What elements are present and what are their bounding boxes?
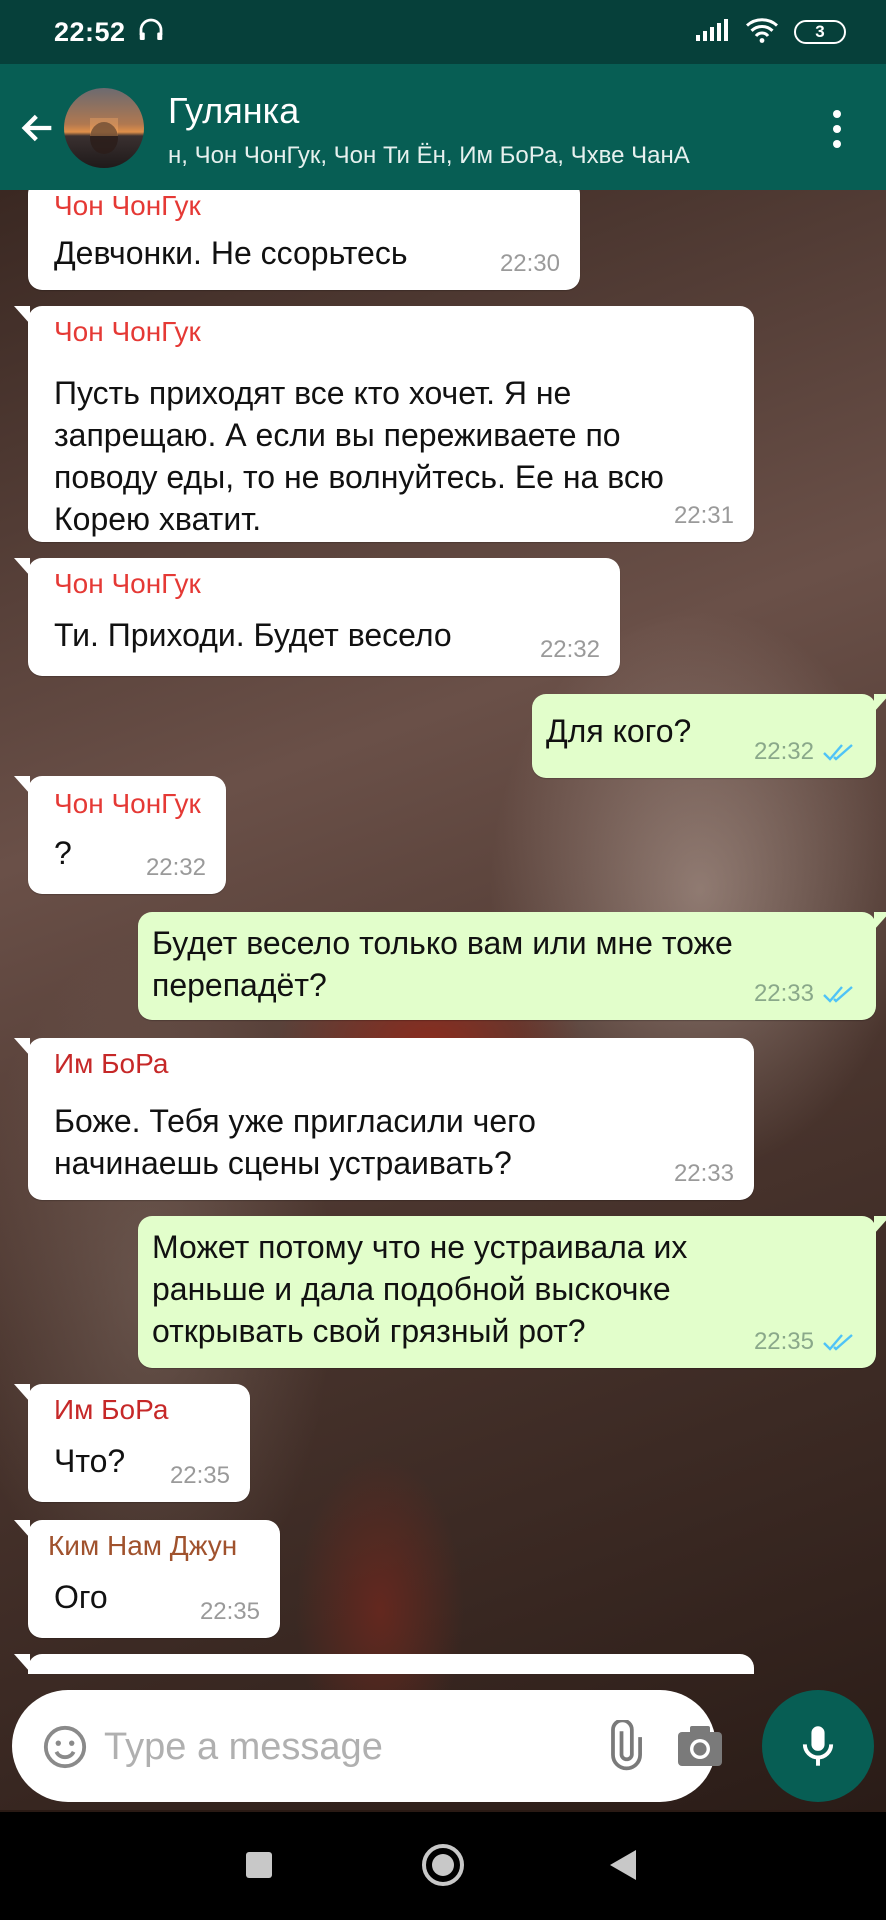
home-button[interactable] xyxy=(422,1844,464,1886)
message-sender: Им БоРа xyxy=(54,1048,169,1079)
message-line: Может потому что не устраивала их xyxy=(152,1229,688,1265)
message-composer[interactable] xyxy=(12,1690,722,1802)
more-vertical-icon xyxy=(833,110,841,118)
message-sender: Ким Нам Джун xyxy=(48,1530,238,1561)
message-line: Для кого? xyxy=(546,713,692,749)
message-time-text: 22:33 xyxy=(753,980,814,1007)
message-line: запрещаю. А если вы переживаете по xyxy=(54,417,621,453)
message-line: раньше и дала подобной выскочке xyxy=(152,1271,671,1307)
message-text: Ого xyxy=(54,1576,108,1618)
message-outgoing[interactable]: Может потому что не устраивала их раньше… xyxy=(138,1216,886,1368)
camera-button[interactable] xyxy=(676,1724,724,1768)
message-text: Пусть приходят все кто хочет. Я не запре… xyxy=(54,372,664,540)
emoji-icon xyxy=(43,1725,87,1769)
message-time: 22:32 xyxy=(145,854,206,881)
message-incoming[interactable]: Ким Нам Джун Ого 22:35 xyxy=(14,1520,280,1638)
message-line: ? xyxy=(54,835,72,871)
message-time: 22:32 xyxy=(539,636,600,663)
message-text: Девчонки. Не ссорьтесь xyxy=(54,232,408,274)
message-sender: Чон ЧонГук xyxy=(54,788,201,819)
message-incoming[interactable]: Им БоРа Что? 22:35 xyxy=(14,1384,250,1502)
message-incoming[interactable]: Им БоРа Боже. Тебя уже пригласили чего н… xyxy=(14,1038,754,1200)
message-outgoing[interactable]: Будет весело только вам или мне тоже пер… xyxy=(138,912,886,1020)
group-avatar[interactable] xyxy=(64,88,144,168)
message-text: Будет весело только вам или мне тоже пер… xyxy=(152,922,733,1006)
message-line: перепадёт? xyxy=(152,967,327,1003)
back-nav-button[interactable] xyxy=(610,1850,636,1880)
status-time: 22:52 xyxy=(54,16,126,47)
message-incoming[interactable]: Чон ЧонГук Ти. Приходи. Будет весело 22:… xyxy=(14,558,620,676)
message-time: 22:33 xyxy=(754,980,856,1008)
message-text: Боже. Тебя уже пригласили чего начинаешь… xyxy=(54,1100,536,1184)
wifi-icon xyxy=(744,16,780,49)
attach-button[interactable] xyxy=(598,1718,648,1772)
message-incoming[interactable]: Чон ЧонГук Девчонки. Не ссорьтесь 22:30 xyxy=(28,190,580,290)
message-time: 22:35 xyxy=(754,1328,856,1356)
message-line: Будет весело только вам или мне тоже xyxy=(152,925,733,961)
message-sender: Чон ЧонГук xyxy=(54,568,201,599)
message-time: 22:32 xyxy=(754,738,856,766)
message-input[interactable] xyxy=(104,1720,584,1774)
message-list[interactable]: Чон ЧонГук Девчонки. Не ссорьтесь 22:30 … xyxy=(0,190,886,1674)
more-vertical-icon-dot xyxy=(833,140,841,148)
back-button[interactable] xyxy=(18,98,62,158)
message-incoming[interactable]: Чон ЧонГук Пусть приходят все кто хочет.… xyxy=(14,306,754,542)
double-check-icon xyxy=(823,1334,853,1351)
message-time: 22:30 xyxy=(499,250,560,277)
message-text: Для кого? xyxy=(546,710,691,752)
message-text: Может потому что не устраивала их раньше… xyxy=(152,1226,687,1352)
message-sender: Чон ЧонГук xyxy=(54,316,201,347)
message-time: 22:31 xyxy=(673,502,734,529)
chat-participants[interactable]: н, Чон ЧонГук, Чон Ти Ён, Им БоРа, Чхве … xyxy=(168,142,758,170)
message-time: 22:35 xyxy=(199,1598,260,1625)
message-time: 22:33 xyxy=(673,1160,734,1187)
voice-message-button[interactable] xyxy=(762,1690,874,1802)
double-check-icon xyxy=(823,986,853,1003)
system-nav-bar xyxy=(0,1812,886,1920)
emoji-button[interactable] xyxy=(42,1724,88,1770)
more-options-button[interactable] xyxy=(822,104,852,154)
message-text: Что? xyxy=(54,1440,125,1482)
message-line: Пусть приходят все кто хочет. Я не xyxy=(54,375,572,411)
message-incoming[interactable]: Чон ЧонГук ? 22:32 xyxy=(14,776,226,894)
message-line: Ти. Приходи. Будет весело xyxy=(54,617,452,653)
chat-title[interactable]: Гулянка xyxy=(168,90,299,132)
message-line: Боже. Тебя уже пригласили чего xyxy=(54,1103,536,1139)
status-bar: 22:52 3 xyxy=(0,0,886,64)
paperclip-icon xyxy=(611,1718,642,1771)
message-incoming-partial[interactable] xyxy=(14,1654,754,1674)
arrow-left-icon xyxy=(21,114,52,142)
double-check-icon xyxy=(823,744,853,761)
message-line: поводу еды, то не волнуйтесь. Ее на всю xyxy=(54,459,664,495)
camera-icon xyxy=(678,1726,722,1766)
message-text: ? xyxy=(54,832,72,874)
message-time: 22:35 xyxy=(169,1462,230,1489)
message-text: Ти. Приходи. Будет весело xyxy=(54,614,452,656)
more-vertical-icon-dot xyxy=(833,125,841,133)
headphones-icon xyxy=(136,15,166,50)
message-line: Ого xyxy=(54,1579,108,1615)
message-line: открывать свой грязный рот? xyxy=(152,1313,586,1349)
message-line: Корею хватит. xyxy=(54,501,262,537)
message-time-text: 22:35 xyxy=(753,1328,814,1355)
battery-icon: 3 xyxy=(794,20,846,44)
recent-apps-button[interactable] xyxy=(246,1852,272,1878)
message-line: Девчонки. Не ссорьтесь xyxy=(54,235,408,271)
message-sender: Чон ЧонГук xyxy=(54,190,201,221)
signal-icon xyxy=(694,17,730,48)
message-sender: Им БоРа xyxy=(54,1394,169,1425)
message-line: Что? xyxy=(54,1443,126,1479)
message-time-text: 22:32 xyxy=(753,738,814,765)
chat-header[interactable]: Гулянка н, Чон ЧонГук, Чон Ти Ён, Им БоР… xyxy=(0,64,886,190)
message-line: начинаешь сцены устраивать? xyxy=(54,1145,512,1181)
message-outgoing[interactable]: Для кого? 22:32 xyxy=(532,694,886,778)
microphone-icon xyxy=(802,1726,834,1766)
